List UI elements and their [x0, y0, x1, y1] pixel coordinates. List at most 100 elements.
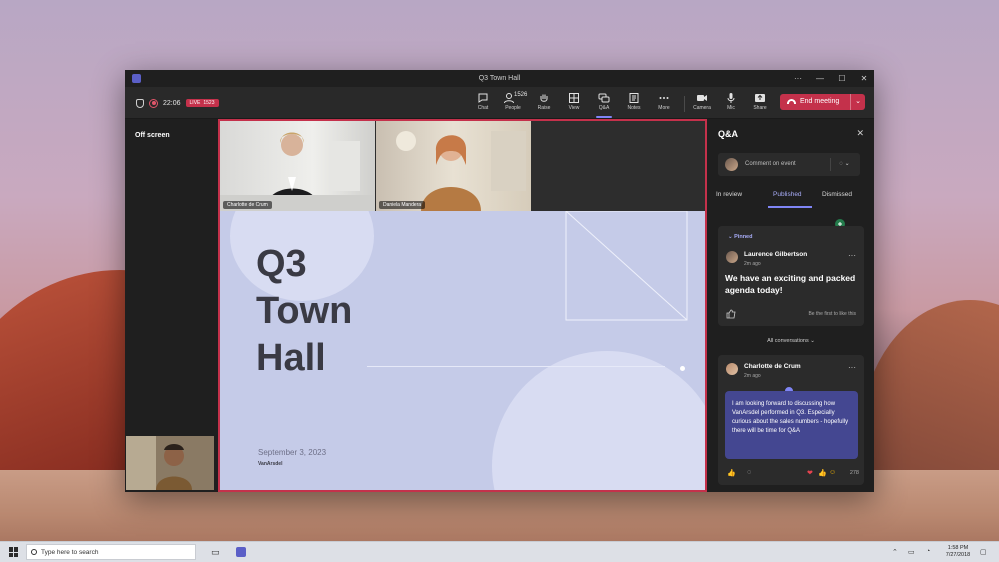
notes-icon — [629, 93, 639, 103]
camera-button[interactable]: Camera — [689, 90, 715, 118]
more-button[interactable]: More — [651, 90, 677, 118]
task-view-icon[interactable]: ▭ — [211, 547, 220, 558]
window-title: Q3 Town Hall — [478, 75, 521, 82]
shared-slide: Q3 Town Hall September 3, 2023 VanArsdel — [220, 211, 705, 490]
comment-input[interactable]: Comment on event ◌ ⌄ — [718, 153, 860, 176]
mic-label: Mic — [727, 105, 735, 111]
slide-decor-line — [367, 366, 665, 367]
clock-time: 1:58 PM — [947, 545, 969, 551]
question-author: Laurence Gilbertson — [744, 251, 808, 258]
chevron-down-icon: ⌄ — [844, 161, 850, 167]
wifi-icon[interactable]: ◔ — [926, 548, 930, 555]
question-card[interactable]: Charlotte de Crum 2m ago ··· I am lookin… — [718, 355, 864, 485]
avatar — [726, 363, 738, 375]
slide-title-line: Q3 — [256, 243, 307, 285]
like-icon[interactable] — [726, 309, 736, 319]
clock-date: 7/27/2018 — [945, 552, 971, 558]
phone-hangup-icon — [787, 99, 796, 104]
meeting-toolbar: 22:06 LIVE 1523 Chat 1526 People Raise V… — [125, 87, 874, 119]
slide-title-line: Town — [256, 290, 353, 332]
chat-label: Chat — [477, 105, 489, 111]
record-icon — [149, 98, 158, 108]
end-meeting-button[interactable]: End meeting ⌄ — [780, 94, 865, 110]
windows-start-icon[interactable] — [9, 547, 19, 557]
raise-label: Raise — [537, 105, 551, 111]
window-more-icon[interactable]: ··· — [792, 73, 804, 85]
teams-taskbar-icon[interactable] — [236, 547, 246, 557]
smile-icon: ☺ — [829, 469, 837, 476]
taskbar-search-input[interactable]: Type here to search — [26, 544, 196, 560]
question-time: 2m ago — [744, 261, 761, 267]
people-label: People — [505, 105, 521, 111]
notes-button[interactable]: Notes — [621, 90, 647, 118]
notifications-icon[interactable]: ▢ — [980, 548, 987, 556]
slide-title: Q3 Town Hall — [256, 241, 352, 382]
reactions-bar: 👍 ◌ ❤ 👍 ☺ 278 — [725, 469, 859, 479]
view-button[interactable]: View — [561, 90, 587, 118]
more-options-icon[interactable]: ··· — [848, 363, 856, 372]
search-icon — [31, 549, 37, 555]
pinned-section[interactable]: ⌄ Pinned — [728, 234, 752, 240]
reaction-count: 278 — [849, 470, 859, 476]
mic-button[interactable]: Mic — [718, 90, 744, 118]
mic-icon — [727, 93, 735, 103]
chevron-down-icon: ⌄ — [810, 338, 815, 344]
comment-placeholder: Comment on event — [745, 161, 796, 167]
question-bubble: I am looking forward to discussing how V… — [725, 391, 858, 459]
thumbs-up-icon[interactable]: 👍 — [727, 469, 736, 477]
off-screen-label: Off screen — [135, 132, 170, 139]
title-bar: Q3 Town Hall ··· — ☐ ✕ — [125, 70, 874, 87]
pinned-label: Pinned — [734, 234, 753, 240]
heart-icon: ❤ — [807, 470, 813, 477]
more-options-icon[interactable]: ··· — [848, 251, 856, 260]
taskbar-clock[interactable]: 1:58 PM 7/27/2018 — [943, 545, 973, 559]
tab-dismissed[interactable]: Dismissed — [822, 191, 852, 198]
meeting-stage: Charlotte de Crum Daniela Mandera Q3 Tow… — [218, 119, 707, 492]
meeting-status: 22:06 LIVE 1523 — [136, 97, 219, 109]
search-placeholder: Type here to search — [41, 549, 99, 556]
participant-name: Daniela Mandera — [379, 201, 426, 209]
participant-video-tile[interactable]: Charlotte de Crum — [220, 121, 375, 211]
more-icon — [659, 97, 669, 99]
viewer-count: 1523 — [203, 100, 215, 106]
qa-button[interactable]: Q&A — [591, 90, 617, 118]
minimize-icon[interactable]: — — [814, 73, 826, 85]
maximize-icon[interactable]: ☐ — [836, 73, 848, 85]
pinned-question-card[interactable]: ⌄ Pinned Laurence Gilbertson 2m ago ··· … — [718, 226, 864, 326]
like-prompt: Be the first to like this — [808, 311, 856, 317]
people-button[interactable]: 1526 People — [500, 90, 527, 118]
battery-icon[interactable]: ▭ — [908, 548, 915, 556]
share-label: Share — [753, 105, 767, 111]
end-meeting-label: End meeting — [800, 98, 840, 105]
tab-in-review[interactable]: In review — [716, 191, 742, 198]
all-conversations-label: All conversations — [767, 338, 809, 344]
qa-icon — [598, 93, 610, 103]
meeting-timer: 22:06 — [163, 99, 181, 107]
comment-type-dropdown[interactable]: ◌ ⌄ — [830, 158, 858, 171]
avatar — [725, 158, 738, 171]
close-panel-icon[interactable]: ✕ — [856, 128, 864, 139]
share-icon — [755, 94, 765, 102]
question-text: We have an exciting and packed agenda to… — [725, 273, 856, 295]
off-screen-pane: Off screen — [125, 119, 217, 492]
question-author: Charlotte de Crum — [744, 363, 801, 370]
avatar — [726, 251, 738, 263]
participant-video-tile[interactable]: Daniela Mandera — [376, 121, 531, 211]
tab-published[interactable]: Published — [773, 191, 802, 198]
all-conversations-filter[interactable]: All conversations ⌄ — [708, 338, 874, 344]
raise-hand-button[interactable]: Raise — [531, 90, 557, 118]
qa-tabs: In review Published Dismissed — [716, 187, 864, 208]
slide-title-line: Hall — [256, 337, 326, 379]
close-window-icon[interactable]: ✕ — [858, 73, 870, 85]
slide-logo: VanArsdel — [258, 461, 283, 467]
self-view-video[interactable] — [126, 436, 214, 490]
qa-label: Q&A — [598, 105, 610, 111]
share-button[interactable]: Share — [747, 90, 773, 118]
chat-button[interactable]: Chat — [470, 90, 496, 118]
more-label: More — [658, 105, 670, 111]
tray-chevron-up-icon[interactable]: ⌃ — [892, 548, 898, 556]
reply-icon[interactable]: ◌ — [747, 469, 751, 476]
chevron-down-icon: ⌄ — [728, 234, 733, 240]
toolbar-divider — [684, 96, 685, 112]
end-meeting-options-chevron-icon[interactable]: ⌄ — [850, 94, 865, 110]
